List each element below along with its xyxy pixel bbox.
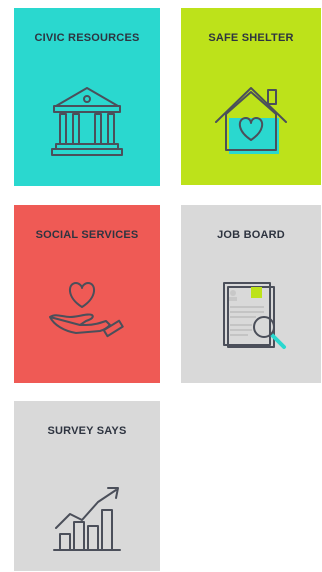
courthouse-icon bbox=[51, 87, 123, 156]
bar-chart-growth-icon bbox=[53, 487, 121, 551]
tile-title: SURVEY SAYS bbox=[47, 425, 127, 437]
hand-heart-icon bbox=[49, 282, 124, 338]
tile-title: SOCIAL SERVICES bbox=[35, 229, 139, 241]
tile-social-services[interactable]: SOCIAL SERVICES bbox=[14, 205, 160, 383]
resume-magnifier-icon bbox=[223, 282, 286, 349]
tile-job-board[interactable]: JOB BOARD bbox=[181, 205, 321, 383]
tile-title: SAFE SHELTER bbox=[208, 32, 294, 44]
tile-civic-resources[interactable]: CIVIC RESOURCES bbox=[14, 8, 160, 186]
tile-survey-says[interactable]: SURVEY SAYS bbox=[14, 401, 160, 571]
house-heart-icon bbox=[215, 87, 287, 154]
tile-safe-shelter[interactable]: SAFE SHELTER bbox=[181, 8, 321, 185]
tile-title: CIVIC RESOURCES bbox=[34, 32, 140, 44]
tile-title: JOB BOARD bbox=[217, 229, 285, 241]
